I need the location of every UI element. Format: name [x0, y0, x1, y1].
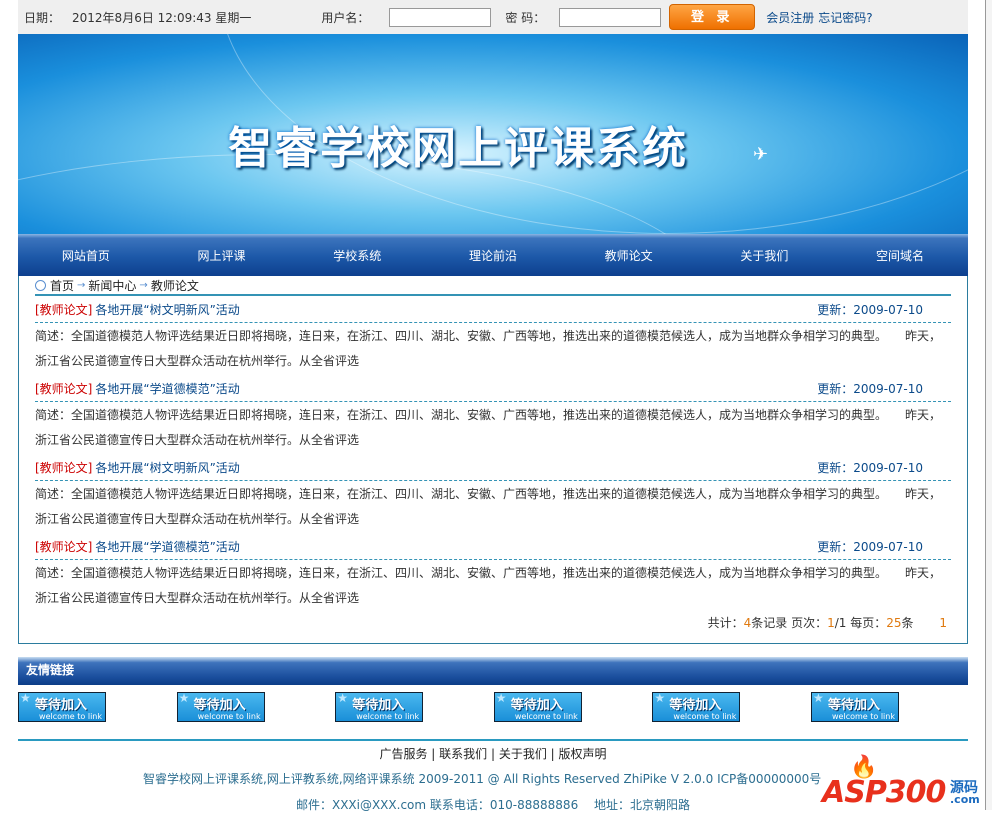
register-link[interactable]: 会员注册: [766, 9, 814, 26]
article-summary: 简述：全国道德模范人物评选结果近日即将揭晓，连日来，在浙江、四川、湖北、安徽、广…: [35, 329, 942, 368]
forgot-password-link[interactable]: 忘记密码?: [818, 9, 872, 26]
article-category[interactable]: [教师论文]: [35, 540, 92, 554]
article-title[interactable]: 各地开展“学道德模范”活动: [95, 382, 239, 396]
star-icon: ★: [337, 692, 348, 705]
friend-link-text: 等待加入: [669, 698, 722, 713]
star-icon: ★: [20, 692, 31, 705]
bird-icon: ✈: [753, 144, 769, 165]
pager-total-label: 共计：: [707, 616, 744, 630]
breadcrumb-news[interactable]: 新闻中心: [88, 277, 136, 294]
friend-link-text: 等待加入: [35, 698, 88, 713]
star-icon: ★: [178, 692, 190, 705]
nav-online-review[interactable]: 网上评课: [154, 247, 289, 264]
arrow-icon: →: [77, 279, 86, 291]
article-summary: 简述：全国道德模范人物评选结果近日即将揭晓，连日来，在浙江、四川、湖北、安徽、广…: [35, 408, 942, 447]
article-date: 更新：2009-07-10: [817, 302, 923, 317]
friend-link-banner[interactable]: ★ 等待加入 welcome to link: [810, 692, 899, 722]
top-bar: 日期： 2012年8月6日 12:09:43 星期一 用户名： 密 码： 登 录…: [18, 0, 968, 34]
footer-link-ads[interactable]: 广告服务: [379, 747, 427, 761]
friend-link-banner[interactable]: ★ 等待加入 welcome to link: [176, 692, 265, 722]
article-item: [教师论文] 各地开展“学道德模范”活动 更新：2009-07-10 简述：全国道德…: [35, 533, 951, 612]
star-icon: ★: [812, 692, 824, 705]
friend-links: ★ 等待加入 welcome to link ★ 等待加入 welcome to lin…: [18, 692, 968, 722]
article-title[interactable]: 各地开展“学道德模范”活动: [95, 540, 239, 554]
username-label: 用户名：: [321, 10, 370, 25]
main-nav: 网站首页 网上评课 学校系统 理论前沿 教师论文 关于我们 空间域名: [18, 234, 968, 276]
pager-page: 1: [827, 616, 835, 630]
pager-per-unit: 条: [901, 616, 914, 630]
friend-link-banner[interactable]: ★ 等待加入 welcome to link: [652, 692, 741, 722]
pager-page-link[interactable]: 1: [939, 616, 947, 630]
nav-domain[interactable]: 空间域名: [833, 247, 968, 264]
watermark-domain: .com: [950, 793, 980, 806]
breadcrumb-current: 教师论文: [150, 278, 199, 293]
site-title: 智睿学校网上评课系统: [228, 123, 688, 174]
friend-link-text: 等待加入: [352, 698, 405, 713]
arrow-icon: →: [139, 279, 148, 291]
breadcrumb: 首页 → 新闻中心 → 教师论文: [35, 276, 951, 296]
friend-link-subtext: welcome to link: [673, 712, 737, 721]
banner: 智睿学校网上评课系统 ✈: [18, 34, 968, 234]
article-category[interactable]: [教师论文]: [35, 461, 92, 475]
password-label: 密 码：: [505, 10, 546, 25]
friend-link-text: 等待加入: [510, 698, 563, 713]
article-list: [教师论文] 各地开展“树文明新风”活动 更新：2009-07-10 简述：全国道德…: [35, 296, 951, 612]
scrollbar[interactable]: [985, 0, 992, 810]
pager: 共计：4条记录 页次：1/1 每页：25条 1: [35, 614, 951, 631]
nav-about[interactable]: 关于我们: [697, 247, 832, 264]
article-summary: 简述：全国道德模范人物评选结果近日即将揭晓，连日来，在浙江、四川、湖北、安徽、广…: [35, 566, 942, 605]
article-title[interactable]: 各地开展“树文明新风”活动: [95, 303, 239, 317]
friend-link-subtext: welcome to link: [356, 712, 420, 721]
login-button[interactable]: 登 录: [669, 4, 756, 30]
article-date: 更新：2009-07-10: [817, 381, 923, 396]
friend-link-banner[interactable]: ★ 等待加入 welcome to link: [335, 692, 424, 722]
nav-home[interactable]: 网站首页: [18, 247, 153, 264]
friend-link-text: 等待加入: [193, 698, 246, 713]
footer-link-contact[interactable]: 联系我们: [439, 747, 487, 761]
article-summary: 简述：全国道德模范人物评选结果近日即将揭晓，连日来，在浙江、四川、湖北、安徽、广…: [35, 487, 942, 526]
pager-records-label: 条记录 页次：: [751, 616, 828, 630]
friend-link-subtext: welcome to link: [197, 712, 261, 721]
pager-pages: /1 每页：: [834, 616, 887, 630]
watermark-text: ASP300: [822, 775, 946, 810]
password-input[interactable]: [559, 7, 662, 27]
friend-link-text: 等待加入: [827, 698, 880, 713]
footer-link-about[interactable]: 关于我们: [499, 747, 547, 761]
date-value: 2012年8月6日 12:09:43 星期一: [72, 10, 252, 25]
date-label: 日期：: [24, 10, 61, 25]
pager-per-page: 25: [886, 616, 902, 630]
article-item: [教师论文] 各地开展“树文明新风”活动 更新：2009-07-10 简述：全国道德…: [35, 454, 951, 533]
friend-link-banner[interactable]: ★ 等待加入 welcome to link: [18, 692, 106, 722]
star-icon: ★: [495, 692, 507, 705]
article-item: [教师论文] 各地开展“树文明新风”活动 更新：2009-07-10 简述：全国道德…: [35, 296, 951, 375]
friend-links-header: 友情链接: [18, 657, 968, 685]
star-icon: ★: [654, 692, 666, 705]
article-date: 更新：2009-07-10: [817, 539, 923, 554]
username-input[interactable]: [389, 7, 492, 27]
friend-link-banner[interactable]: ★ 等待加入 welcome to link: [493, 692, 582, 722]
article-category[interactable]: [教师论文]: [35, 303, 92, 317]
article-item: [教师论文] 各地开展“学道德模范”活动 更新：2009-07-10 简述：全国道德…: [35, 375, 951, 454]
footer-link-copyright[interactable]: 版权声明: [559, 747, 607, 761]
friend-link-subtext: welcome to link: [514, 712, 578, 721]
article-date: 更新：2009-07-10: [817, 460, 923, 475]
friend-link-subtext: welcome to link: [39, 712, 102, 721]
breadcrumb-home[interactable]: 首页: [50, 277, 74, 294]
article-category[interactable]: [教师论文]: [35, 382, 92, 396]
nav-theory[interactable]: 理论前沿: [425, 247, 560, 264]
friend-link-subtext: welcome to link: [832, 712, 895, 721]
nav-school-system[interactable]: 学校系统: [290, 247, 425, 264]
circle-icon: [35, 279, 46, 291]
article-title[interactable]: 各地开展“树文明新风”活动: [95, 461, 239, 475]
watermark-logo: 🔥 ASP300 源码 .com: [820, 755, 985, 810]
content-panel: 首页 → 新闻中心 → 教师论文 [教师论文] 各地开展“树文明新风”活动 更新：200…: [18, 276, 968, 644]
nav-teacher-papers[interactable]: 教师论文: [561, 247, 696, 264]
